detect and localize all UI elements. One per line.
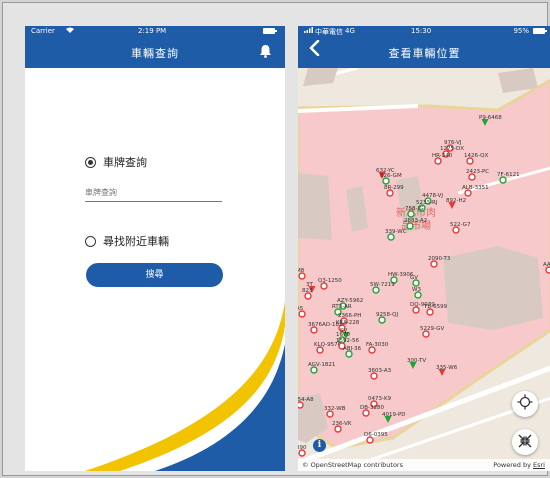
vehicle-plate-label: AA: [543, 262, 550, 268]
compress-arrows-icon: [518, 433, 532, 452]
vehicle-plate-label: DB-3280: [360, 405, 384, 411]
vehicle-plate-label: M8: [298, 268, 305, 274]
search-button[interactable]: 搜尋: [86, 263, 223, 287]
vehicle-plate-label: 758-JG: [405, 206, 424, 212]
locate-button[interactable]: [512, 391, 538, 417]
esri-attribution[interactable]: Powered by Esri: [493, 461, 545, 469]
vehicle-plate-label: 823: [302, 288, 313, 294]
vehicle-plate-label: HR-340: [432, 153, 453, 159]
vehicle-plate-label: 339-WC: [385, 229, 407, 235]
info-icon[interactable]: i: [313, 439, 326, 452]
zoom-extent-button[interactable]: [512, 429, 538, 455]
vehicle-plate-label: 7F-6121: [497, 172, 520, 178]
osm-attribution: © OpenStreetMap contributors: [302, 461, 403, 469]
vehicle-plate-label: 5229-GV: [420, 326, 444, 332]
vehicle-plate-label: RT3-AR: [332, 304, 352, 310]
vehicle-plate-label: TB-6599: [423, 304, 448, 310]
vehicle-plate-label: 4019-PD: [382, 412, 406, 418]
vehicle-plate-label: 236-VK: [332, 421, 352, 427]
vehicle-plate-label: 2366-PH: [338, 313, 361, 319]
vehicle-plate-label: 1426-QX: [464, 153, 489, 159]
plate-number-input[interactable]: [85, 183, 222, 202]
building: [298, 173, 332, 240]
vehicle-plate-label: 754-A8: [298, 397, 314, 403]
vehicle-plate-label: 2423-PC: [466, 169, 489, 175]
vehicle-map[interactable]: 新北市肉 品市場 P9-6468976-VJ1275-DXHR-340 1426-…: [298, 68, 550, 471]
vehicle-plate-label: 826-GM: [380, 173, 402, 179]
vehicle-plate-label: AGV-1821: [308, 362, 335, 368]
radio-nearby-unselected[interactable]: [85, 235, 96, 247]
vehicle-plate-label: Q3-1250: [318, 278, 342, 284]
vehicle-plate-label: 9258-QJ: [376, 312, 399, 318]
vehicle-map-screen: 中華電信 4G 15:30 95% 查看車輛位置 新北市肉 品市場 P9-646…: [298, 26, 550, 471]
vehicle-plate-label: A5: [298, 306, 304, 312]
radio-nearby-search[interactable]: 尋找附近車輛: [85, 233, 169, 249]
vehicle-plate-label: ALB-3351: [462, 185, 489, 191]
vehicle-plate-label: FA-3030: [366, 342, 389, 348]
vehicle-plate-label: 892-H2: [446, 198, 466, 204]
vehicle-plate-label: 8R-299: [384, 185, 404, 191]
map-attribution: © OpenStreetMap contributors Powered by …: [298, 459, 550, 471]
battery-icon-map: [533, 28, 547, 36]
vehicle-plate-label: P9-6468: [479, 115, 502, 121]
vehicle-plate-label: ABJ-36: [343, 346, 361, 352]
vehicle-plate-label: D6-0395: [364, 432, 388, 438]
map-page-title: 查看車輛位置: [388, 47, 461, 60]
vehicle-search-screen: Carrier 2:19 PM 車輛查詢 車牌查詢 尋找附近車輛: [25, 26, 285, 471]
signal-icon: [304, 27, 313, 35]
building: [443, 246, 543, 330]
vehicle-plate-label: GV: [410, 275, 418, 281]
vehicle-plate-label: 332-WB: [324, 406, 346, 412]
crosshair-icon: [517, 394, 533, 414]
vehicle-plate-label: 2883-A2: [404, 218, 427, 224]
vehicle-plate-label: 0473-K9: [368, 396, 392, 402]
nav-bar-map: 中華電信 4G 15:30 95% 查看車輛位置: [298, 26, 550, 68]
vehicle-plate-label: 2090-T3: [428, 256, 451, 262]
status-time-map: 15:30: [411, 27, 432, 35]
vehicle-plate-label: 3603-A3: [368, 368, 392, 374]
vehicle-plate-label: 4478-VJ: [422, 193, 443, 199]
radio-plate-search[interactable]: 車牌查詢: [85, 154, 147, 170]
vehicle-plate-label: 335-W6: [436, 365, 458, 371]
vehicle-plate-label: W3: [412, 287, 421, 293]
vehicle-plate-label: 300-TV: [407, 358, 426, 364]
vehicle-plate-label: 390: [298, 445, 307, 451]
vehicle-marker[interactable]: M8: [298, 268, 306, 280]
esri-link[interactable]: Esri: [533, 461, 545, 469]
vehicle-plate-label: 3676AD-182: [308, 322, 342, 328]
nearby-search-label: 尋找附近車輛: [103, 235, 169, 248]
esri-attribution-prefix: Powered by: [493, 461, 531, 469]
plate-search-label: 車牌查詢: [103, 156, 147, 169]
battery-percent: 95%: [513, 27, 529, 35]
vehicle-plate-label: 1592-56: [336, 338, 359, 344]
vehicle-plate-label: 5W-7219: [370, 282, 395, 288]
radio-plate-selected[interactable]: [85, 156, 96, 168]
vehicle-plate-label: 522-G7: [450, 222, 471, 228]
status-carrier-map: 中華電信: [315, 28, 343, 36]
screenshot-frame: Carrier 2:19 PM 車輛查詢 車牌查詢 尋找附近車輛: [2, 2, 550, 476]
status-network: 4G: [345, 27, 355, 35]
vehicle-plate-label: 1275-DX: [440, 146, 464, 152]
